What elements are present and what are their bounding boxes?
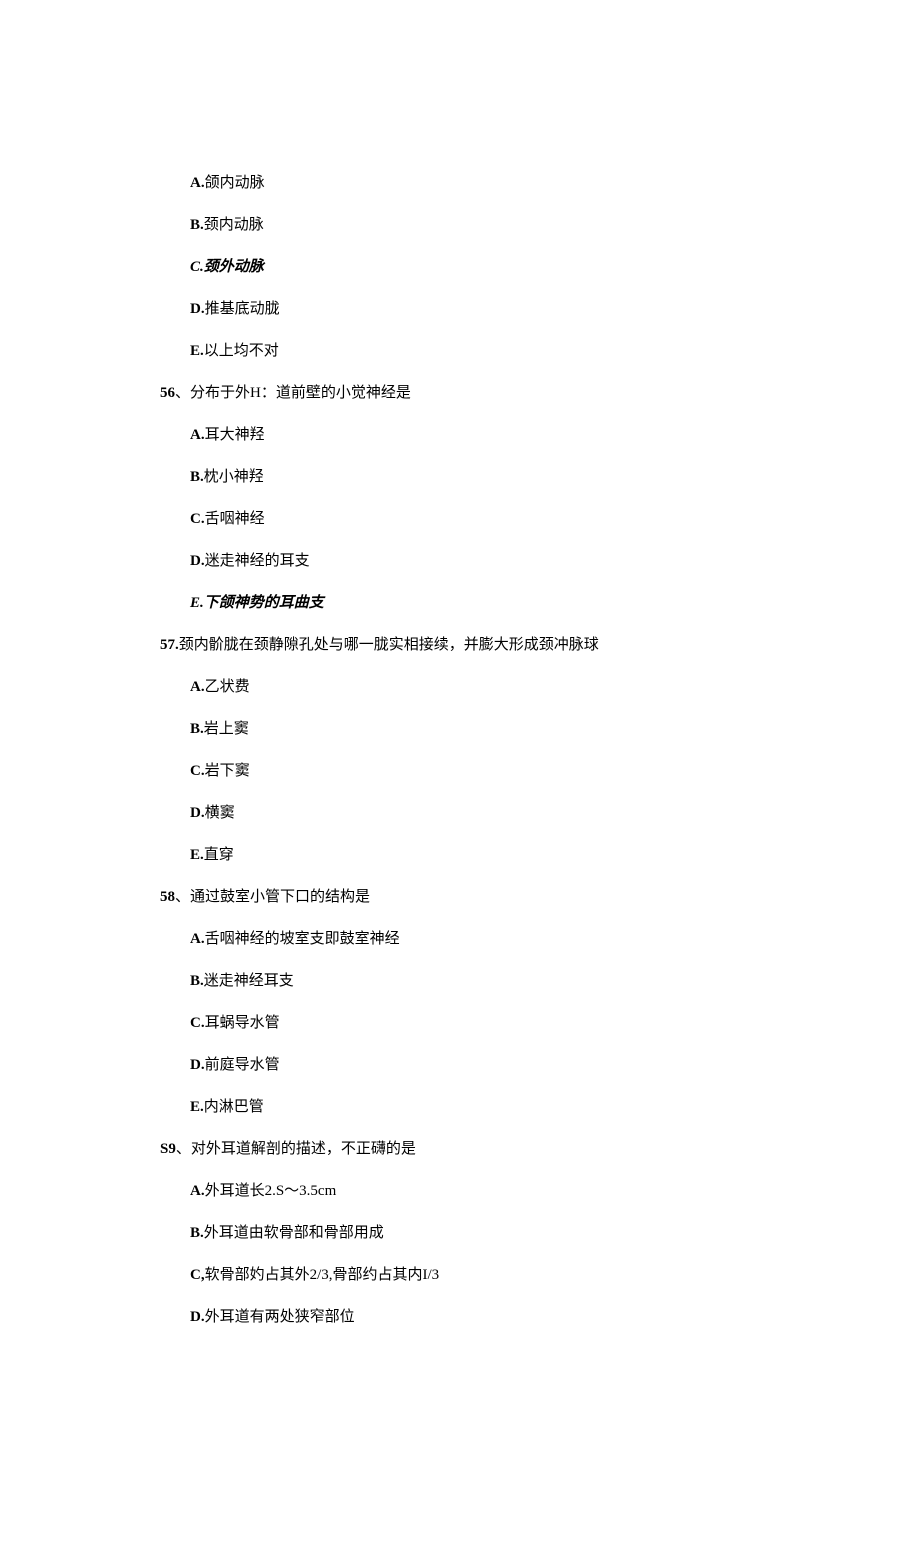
option-label: C. (190, 1015, 205, 1031)
option-0-0: A.颌内动脉 (190, 170, 760, 197)
option-text: 乙状费 (205, 679, 250, 695)
option-label: D. (190, 1309, 205, 1325)
option-text: 舌咽神经 (205, 511, 265, 527)
question-2: 57.颈内骱胧在颈静隙孔处与哪一胧实相接续，并膨大形成颈冲脉球 (160, 632, 760, 659)
question-text: 颈内骱胧在颈静隙孔处与哪一胧实相接续，并膨大形成颈冲脉球 (179, 637, 599, 653)
option-1-1: B.枕小神羟 (190, 464, 760, 491)
option-text: 横窦 (205, 805, 235, 821)
option-text: 颌内动脉 (205, 175, 265, 191)
question-text: 、对外耳道解剖的描述，不正礴的是 (176, 1141, 416, 1157)
option-text: 以上均不对 (204, 343, 279, 359)
question-1: 56、分布于外H：道前壁的小觉神经是 (160, 380, 760, 407)
option-2-3: D.横窦 (190, 800, 760, 827)
option-4-2: C,软骨部妁占其外2/3,骨部约占其内I/3 (190, 1262, 760, 1289)
option-1-0: A.耳大神羟 (190, 422, 760, 449)
option-label: E. (190, 595, 204, 611)
option-3-2: C.耳蜗导水管 (190, 1010, 760, 1037)
option-text: 下颌神势的耳曲支 (204, 595, 324, 611)
option-text: 颈外动脉 (204, 259, 264, 275)
option-label: A. (190, 427, 205, 443)
option-text: 颈内动脉 (204, 217, 264, 233)
option-2-1: B.岩上窦 (190, 716, 760, 743)
question-4: S9、对外耳道解剖的描述，不正礴的是 (160, 1136, 760, 1163)
option-text: 外耳道长2.S～3.5cm (205, 1183, 337, 1199)
question-number: 56 (160, 385, 175, 401)
option-label: A. (190, 175, 205, 191)
question-text: 、分布于外H：道前壁的小觉神经是 (175, 385, 411, 401)
option-text: 迷走神经的耳支 (205, 553, 310, 569)
option-text: 内淋巴管 (204, 1099, 264, 1115)
option-text: 枕小神羟 (204, 469, 264, 485)
option-text: 迷走神经耳支 (204, 973, 294, 989)
option-2-2: C.岩下窦 (190, 758, 760, 785)
option-label: B. (190, 1225, 204, 1241)
option-text: 推基底动胧 (205, 301, 280, 317)
option-0-3: D.推基底动胧 (190, 296, 760, 323)
option-label: C. (190, 763, 205, 779)
option-1-3: D.迷走神经的耳支 (190, 548, 760, 575)
option-text: 岩下窦 (205, 763, 250, 779)
question-text: 、通过鼓室小管下口的结构是 (175, 889, 370, 905)
option-2-4: E.直穿 (190, 842, 760, 869)
option-0-1: B.颈内动脉 (190, 212, 760, 239)
option-label: E. (190, 847, 204, 863)
option-2-0: A.乙状费 (190, 674, 760, 701)
option-label: C, (190, 1267, 205, 1283)
option-text: 岩上窦 (204, 721, 249, 737)
option-label: D. (190, 553, 205, 569)
option-1-2: C.舌咽神经 (190, 506, 760, 533)
option-1-4: E.下颌神势的耳曲支 (190, 590, 760, 617)
option-text: 软骨部妁占其外2/3,骨部约占其内I/3 (205, 1267, 440, 1283)
option-text: 舌咽神经的坡室支即鼓室神经 (205, 931, 400, 947)
option-0-2: C.颈外动脉 (190, 254, 760, 281)
option-label: A. (190, 679, 205, 695)
option-label: D. (190, 1057, 205, 1073)
option-label: C. (190, 511, 205, 527)
option-label: A. (190, 931, 205, 947)
option-label: D. (190, 301, 205, 317)
option-text: 耳蜗导水管 (205, 1015, 280, 1031)
option-text: 耳大神羟 (205, 427, 265, 443)
option-text: 前庭导水管 (205, 1057, 280, 1073)
option-4-0: A.外耳道长2.S～3.5cm (190, 1178, 760, 1205)
option-3-1: B.迷走神经耳支 (190, 968, 760, 995)
question-number: 58 (160, 889, 175, 905)
option-0-4: E.以上均不对 (190, 338, 760, 365)
option-label: B. (190, 973, 204, 989)
option-label: A. (190, 1183, 205, 1199)
option-3-3: D.前庭导水管 (190, 1052, 760, 1079)
option-3-4: E.内淋巴管 (190, 1094, 760, 1121)
option-4-1: B.外耳道由软骨部和骨部用成 (190, 1220, 760, 1247)
option-text: 外耳道由软骨部和骨部用成 (204, 1225, 384, 1241)
option-label: C. (190, 259, 204, 275)
question-number: 57. (160, 637, 179, 653)
option-4-3: D.外耳道有两处狭窄部位 (190, 1304, 760, 1331)
option-label: B. (190, 469, 204, 485)
option-label: B. (190, 721, 204, 737)
option-label: B. (190, 217, 204, 233)
option-label: E. (190, 1099, 204, 1115)
option-text: 外耳道有两处狭窄部位 (205, 1309, 355, 1325)
question-3: 58、通过鼓室小管下口的结构是 (160, 884, 760, 911)
option-label: D. (190, 805, 205, 821)
option-label: E. (190, 343, 204, 359)
question-number: S9 (160, 1141, 176, 1157)
option-text: 直穿 (204, 847, 234, 863)
option-3-0: A.舌咽神经的坡室支即鼓室神经 (190, 926, 760, 953)
